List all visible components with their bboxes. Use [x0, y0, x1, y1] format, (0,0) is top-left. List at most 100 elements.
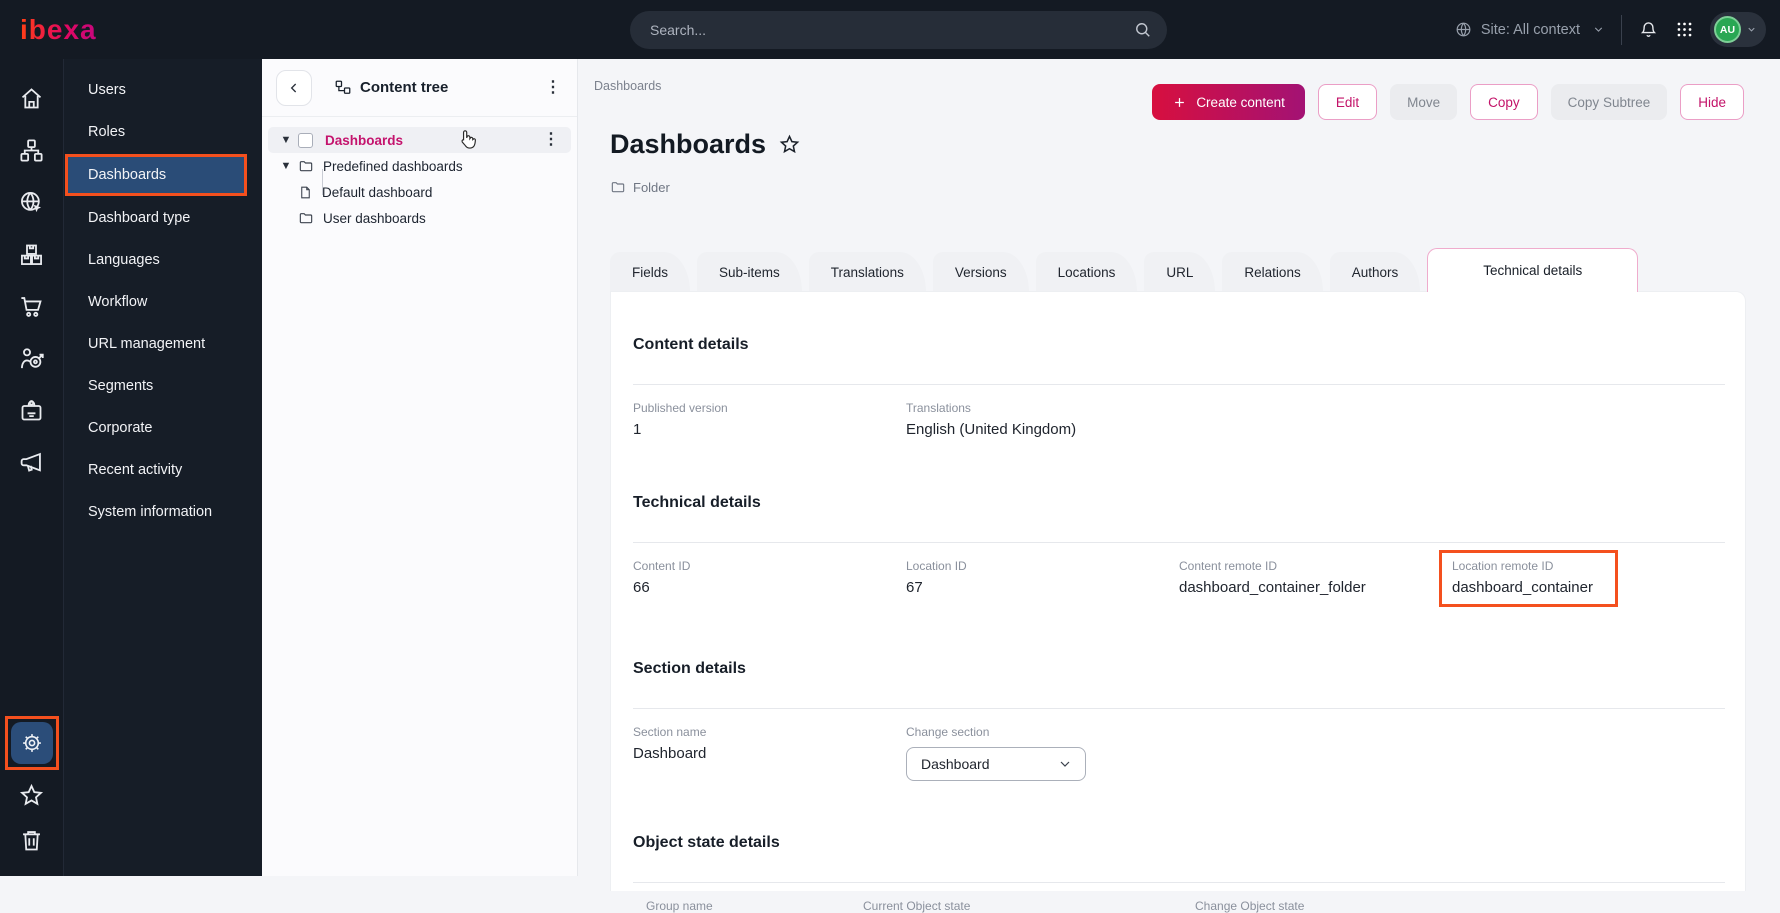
- folder-icon: [298, 210, 314, 226]
- field-location-remote-id: Location remote ID dashboard_container: [1452, 559, 1725, 607]
- technical-details-heading: Technical details: [633, 494, 1725, 512]
- ibexa-logo: ibexa: [20, 14, 97, 46]
- field-location-id: Location ID 67: [906, 559, 1179, 607]
- caret-down-icon[interactable]: ▼: [280, 134, 292, 146]
- create-content-button[interactable]: Create content: [1152, 84, 1305, 120]
- technical-details-panel: Content details Published version 1 Tran…: [610, 291, 1746, 891]
- search-icon[interactable]: [1133, 20, 1153, 40]
- divider: [633, 882, 1725, 883]
- home-icon[interactable]: [18, 85, 45, 112]
- user-menu[interactable]: AU: [1710, 12, 1766, 47]
- menu-item-segments[interactable]: Segments: [64, 365, 262, 407]
- chevron-down-icon: [1746, 24, 1757, 35]
- globe-pointer-icon[interactable]: [18, 189, 45, 216]
- menu-item-languages[interactable]: Languages: [64, 239, 262, 281]
- avatar: AU: [1714, 16, 1741, 43]
- tab-fields[interactable]: Fields: [610, 252, 690, 292]
- content-tree-panel: Content tree ⋮ ▼ Dashboards ⋮ ▼ Predefin…: [262, 59, 578, 876]
- mouse-cursor-hand: [458, 129, 477, 150]
- content-tree-title: Content tree: [360, 79, 448, 96]
- menu-item-recent-activity[interactable]: Recent activity: [64, 449, 262, 491]
- tab-technical-details[interactable]: Technical details: [1427, 248, 1638, 292]
- menu-item-dashboards[interactable]: Dashboards: [68, 157, 244, 193]
- chevron-down-icon: [1592, 23, 1605, 36]
- caret-down-icon[interactable]: ▼: [280, 160, 292, 172]
- site-context-selector[interactable]: Site: All context: [1454, 20, 1605, 39]
- site-context-label: Site: All context: [1481, 22, 1580, 38]
- menu-item-workflow[interactable]: Workflow: [64, 281, 262, 323]
- favorite-star-icon[interactable]: [778, 133, 801, 156]
- topbar-divider: [1621, 15, 1622, 45]
- field-content-remote-id: Content remote ID dashboard_container_fo…: [1179, 559, 1452, 607]
- object-state-details-heading: Object state details: [633, 834, 1725, 852]
- packages-icon[interactable]: [18, 241, 45, 268]
- tree-guide-line: [322, 169, 323, 195]
- search-input[interactable]: [650, 22, 1133, 38]
- page-title: Dashboards: [610, 129, 766, 160]
- edit-button[interactable]: Edit: [1318, 84, 1377, 120]
- tab-authors[interactable]: Authors: [1330, 252, 1421, 292]
- menu-item-corporate[interactable]: Corporate: [64, 407, 262, 449]
- copy-subtree-button[interactable]: Copy Subtree: [1551, 84, 1668, 120]
- tab-bar: Fields Sub-items Translations Versions L…: [610, 248, 1645, 292]
- audience-target-icon[interactable]: [18, 345, 45, 372]
- collapse-tree-button[interactable]: [276, 70, 312, 106]
- field-change-section: Change section Dashboard: [906, 725, 1179, 781]
- menu-item-users[interactable]: Users: [64, 69, 262, 111]
- divider: [633, 542, 1725, 543]
- notifications-bell-icon[interactable]: [1638, 19, 1659, 40]
- apps-grid-icon[interactable]: [1675, 20, 1694, 39]
- bookmarks-star-icon[interactable]: [18, 782, 45, 809]
- trash-icon[interactable]: [18, 827, 45, 854]
- main-content: Dashboards Create content Edit Move Copy…: [578, 59, 1780, 876]
- hide-button[interactable]: Hide: [1680, 84, 1744, 120]
- action-toolbar: Create content Edit Move Copy Copy Subtr…: [1152, 84, 1744, 120]
- tree-checkbox[interactable]: [298, 133, 313, 148]
- tree-item-label: Dashboards: [325, 133, 403, 148]
- menu-item-dashboard-type[interactable]: Dashboard type: [64, 197, 262, 239]
- menu-item-url-management[interactable]: URL management: [64, 323, 262, 365]
- move-button[interactable]: Move: [1390, 84, 1457, 120]
- megaphone-icon[interactable]: [18, 449, 45, 476]
- topbar: ibexa Site: All context AU: [0, 0, 1780, 59]
- object-state-header-row: Group name Current Object state Change O…: [633, 899, 1725, 913]
- copy-button[interactable]: Copy: [1470, 84, 1538, 120]
- sitemap-icon[interactable]: [18, 137, 45, 164]
- annotation-highlight-dashboards: Dashboards: [65, 154, 247, 196]
- field-content-id: Content ID 66: [633, 559, 906, 607]
- menu-item-system-information[interactable]: System information: [64, 491, 262, 533]
- gear-icon: [19, 730, 45, 756]
- section-details-heading: Section details: [633, 660, 1725, 678]
- change-section-dropdown[interactable]: Dashboard: [906, 747, 1086, 781]
- content-tree-icon: [334, 79, 352, 97]
- admin-menu-sidebar: Users Roles Dashboards Dashboard type La…: [64, 59, 262, 876]
- field-published-version: Published version 1: [633, 401, 906, 438]
- folder-icon: [298, 158, 314, 174]
- annotation-highlight-gear: [5, 716, 59, 770]
- tree-item-dashboards[interactable]: ▼ Dashboards ⋮: [268, 127, 571, 153]
- tree-item-predefined-dashboards[interactable]: ▼ Predefined dashboards: [268, 153, 571, 179]
- tab-url[interactable]: URL: [1144, 252, 1215, 292]
- tab-locations[interactable]: Locations: [1036, 252, 1138, 292]
- menu-item-roles[interactable]: Roles: [64, 111, 262, 153]
- cart-icon[interactable]: [18, 293, 45, 320]
- tab-versions[interactable]: Versions: [933, 252, 1029, 292]
- id-badge-icon[interactable]: [18, 397, 45, 424]
- tree-item-kebab-icon[interactable]: ⋮: [543, 132, 559, 148]
- tree-item-user-dashboards[interactable]: ▼ User dashboards: [268, 205, 571, 231]
- global-search[interactable]: [630, 11, 1167, 49]
- breadcrumb[interactable]: Dashboards: [594, 79, 661, 93]
- tree-item-label: User dashboards: [323, 211, 426, 226]
- admin-settings-active[interactable]: [11, 722, 53, 764]
- tab-relations[interactable]: Relations: [1222, 252, 1322, 292]
- globe-icon: [1454, 20, 1473, 39]
- tab-translations[interactable]: Translations: [809, 252, 926, 292]
- tree-options-kebab-icon[interactable]: ⋮: [545, 80, 561, 96]
- plus-icon: [1172, 95, 1187, 110]
- field-section-name: Section name Dashboard: [633, 725, 906, 781]
- chevron-down-icon: [1057, 756, 1073, 772]
- file-icon: [298, 185, 313, 200]
- tree-item-default-dashboard[interactable]: ▼ Default dashboard: [268, 179, 571, 205]
- divider: [633, 708, 1725, 709]
- tab-sub-items[interactable]: Sub-items: [697, 252, 802, 292]
